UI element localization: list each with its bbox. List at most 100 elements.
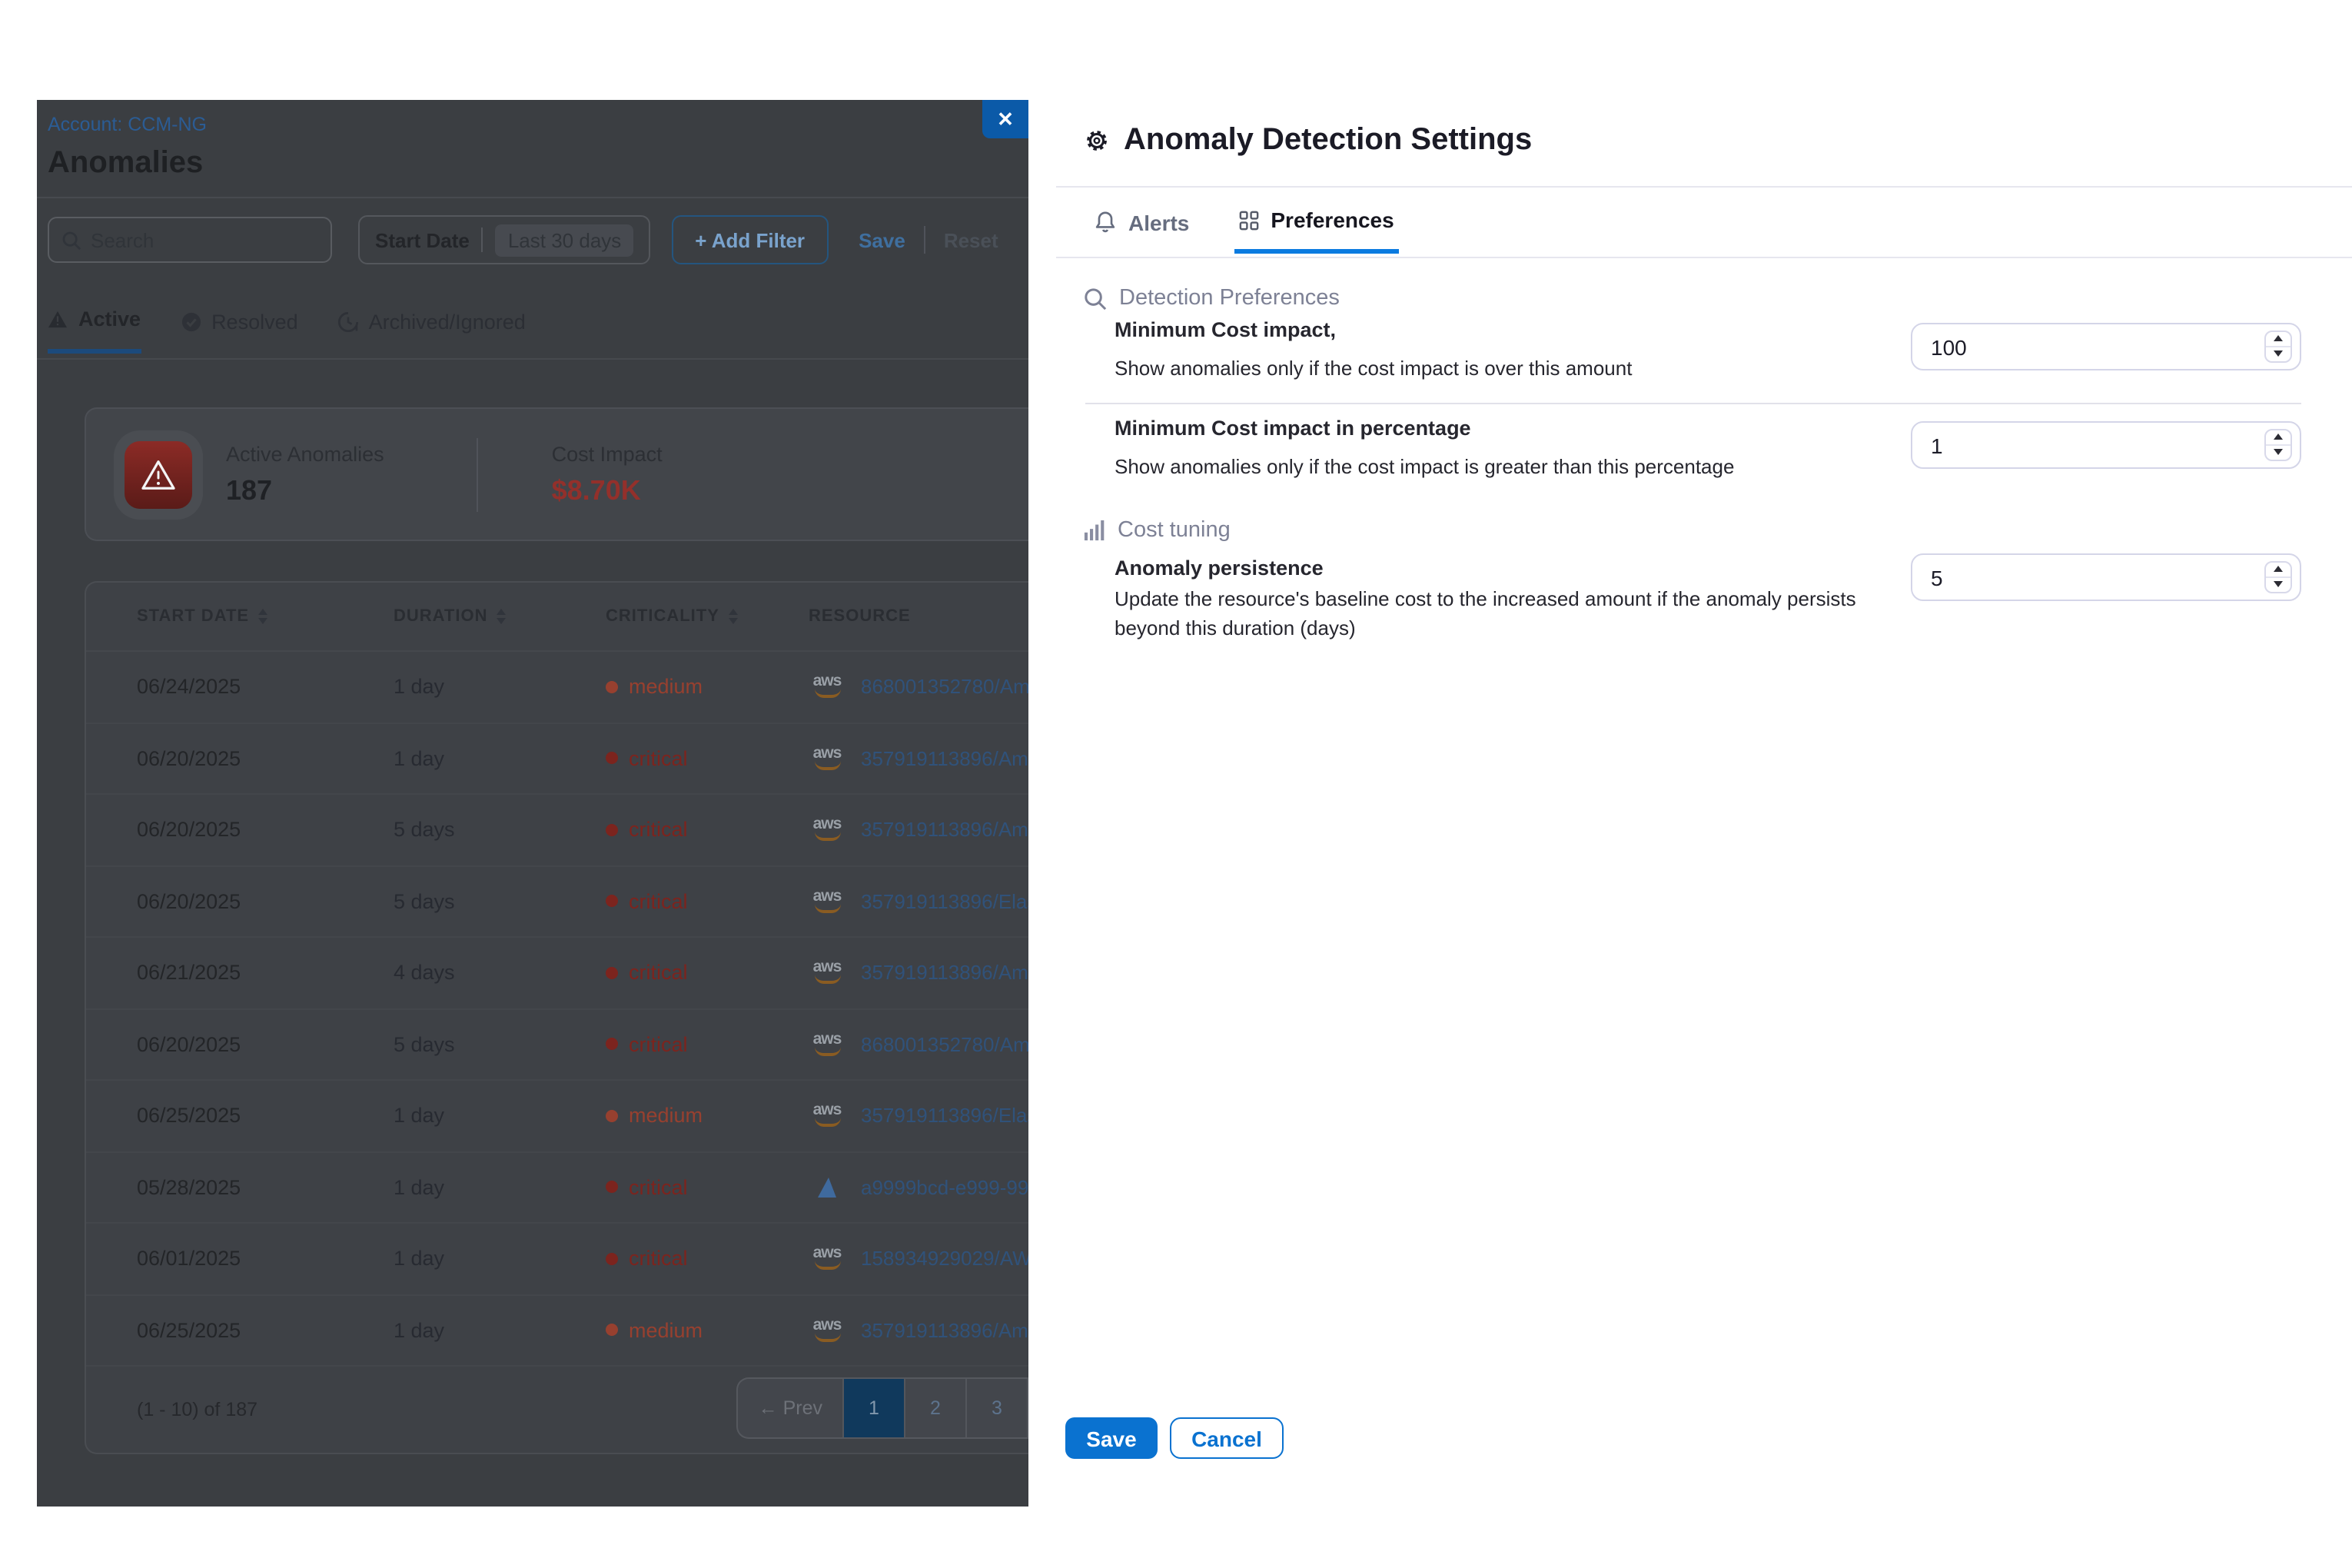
persistence-input[interactable] — [1931, 565, 2223, 590]
alert-triangle-icon — [125, 440, 192, 508]
table-row: 06/20/20255 dayscriticalaws357919113896/… — [86, 795, 1028, 866]
cell-start-date: 06/20/2025 — [137, 747, 394, 770]
resource-link[interactable]: 357919113896/Amazon — [861, 962, 1028, 985]
active-anomalies-stat: Active Anomalies 187 — [226, 442, 384, 507]
stepper-down-icon[interactable] — [2266, 445, 2291, 459]
criticality-label: medium — [629, 1105, 703, 1128]
modal-actions: Save Cancel — [1065, 1417, 1284, 1459]
tab-label: Alerts — [1128, 210, 1189, 234]
start-date-value[interactable]: Last 30 days — [496, 224, 633, 256]
save-button[interactable]: Save — [1065, 1417, 1158, 1459]
search-input[interactable] — [91, 228, 306, 251]
prev-page-button[interactable]: ← Prev — [739, 1379, 844, 1437]
stepper-down-icon[interactable] — [2266, 347, 2291, 360]
tab-label: Preferences — [1271, 208, 1394, 232]
table-row: 06/20/20251 daycriticalaws357919113896/A… — [86, 723, 1028, 795]
cell-resource: a9999bcd-e999-999f-g — [809, 1175, 1028, 1200]
page-title: Anomalies — [48, 146, 203, 181]
magnifier-icon — [1084, 287, 1107, 310]
page-button-1[interactable]: 1 — [844, 1379, 905, 1437]
gear-icon — [1084, 128, 1110, 154]
cell-criticality: critical — [606, 962, 809, 985]
resource-link[interactable]: a9999bcd-e999-999f-g — [861, 1176, 1028, 1199]
close-icon[interactable]: ✕ — [982, 100, 1028, 138]
cell-duration: 5 days — [394, 819, 606, 842]
cell-duration: 1 day — [394, 1247, 606, 1271]
anomalies-table: START DATE DURATION CRITICALITY RESOURCE… — [85, 581, 1028, 1454]
anomalies-page-dimmed: Account: CCM-NG Anomalies Start Date Las… — [37, 100, 1028, 1507]
breadcrumb[interactable]: Account: CCM-NG — [48, 114, 207, 135]
criticality-dot-icon — [606, 1038, 618, 1051]
tab-alerts[interactable]: Alerts — [1090, 208, 1194, 254]
aws-icon: aws — [809, 747, 845, 770]
tab-active[interactable]: Active — [48, 307, 141, 354]
aws-icon: aws — [809, 1319, 845, 1342]
table-row: 06/21/20254 dayscriticalaws357919113896/… — [86, 938, 1028, 1009]
screen: Account: CCM-NG Anomalies Start Date Las… — [0, 0, 2352, 1568]
persistence-input-box — [1911, 553, 2301, 601]
min-cost-description: Show anomalies only if the cost impact i… — [1115, 355, 1883, 384]
cell-criticality: critical — [606, 1247, 809, 1271]
cell-start-date: 06/01/2025 — [137, 1247, 394, 1271]
tab-preferences[interactable]: Preferences — [1234, 208, 1398, 254]
summary-card: Active Anomalies 187 Cost Impact $8.70K — [85, 407, 1028, 541]
cell-duration: 5 days — [394, 890, 606, 913]
cell-start-date: 06/20/2025 — [137, 890, 394, 913]
tabs-divider — [37, 358, 1028, 360]
cell-resource: aws357919113896/Elastic L — [809, 1105, 1028, 1128]
criticality-dot-icon — [606, 895, 618, 908]
start-date-filter[interactable]: Start Date Last 30 days — [358, 215, 650, 264]
page-button-2[interactable]: 2 — [905, 1379, 967, 1437]
number-stepper[interactable] — [2264, 560, 2292, 593]
table-row: 05/28/20251 daycriticala9999bcd-e999-999… — [86, 1152, 1028, 1224]
cell-criticality: medium — [606, 1105, 809, 1128]
resource-link[interactable]: 868001352780/Amazon — [861, 676, 1028, 699]
column-criticality[interactable]: CRITICALITY — [606, 607, 809, 626]
grid-icon — [1238, 210, 1258, 230]
filter-save-button[interactable]: Save — [859, 228, 905, 251]
resource-link[interactable]: 357919113896/Elastic L — [861, 890, 1028, 913]
criticality-dot-icon — [606, 1181, 618, 1194]
min-pct-input-box — [1911, 421, 2301, 469]
resource-link[interactable]: 357919113896/Amazon — [861, 819, 1028, 842]
column-start-date[interactable]: START DATE — [137, 607, 394, 626]
tab-archived[interactable]: Archived/Ignored — [338, 307, 526, 354]
criticality-dot-icon — [606, 967, 618, 979]
aws-icon: aws — [809, 1033, 845, 1056]
column-duration[interactable]: DURATION — [394, 607, 606, 626]
stepper-down-icon[interactable] — [2266, 577, 2291, 591]
tab-resolved[interactable]: Resolved — [181, 307, 298, 354]
section-heading: Detection Preferences — [1119, 286, 1340, 311]
cell-duration: 5 days — [394, 1033, 606, 1056]
add-filter-button[interactable]: + Add Filter — [672, 215, 828, 264]
sort-icon[interactable] — [729, 609, 738, 624]
min-cost-input[interactable] — [1931, 334, 2223, 359]
number-stepper[interactable] — [2264, 428, 2292, 460]
min-pct-input[interactable] — [1931, 433, 2223, 457]
search-box[interactable] — [48, 217, 332, 263]
cell-resource: aws 357919113896/Amazon — [809, 1319, 1028, 1342]
criticality-dot-icon — [606, 752, 618, 765]
start-date-label: Start Date — [375, 228, 470, 251]
filter-reset-button[interactable]: Reset — [944, 228, 998, 251]
sort-icon[interactable] — [258, 609, 267, 624]
table-header: START DATE DURATION CRITICALITY RESOURCE — [86, 583, 1028, 652]
resource-link[interactable]: 357919113896/Amazon — [861, 747, 1028, 770]
stepper-up-icon[interactable] — [2266, 331, 2291, 347]
column-resource[interactable]: RESOURCE — [809, 607, 1028, 626]
resource-link[interactable]: 357919113896/Elastic L — [861, 1105, 1028, 1128]
resource-link[interactable]: 357919113896/Amazon — [861, 1319, 1028, 1342]
resource-link[interactable]: 158934929029/AWS Co — [861, 1247, 1028, 1271]
anomaly-tabs: Active Resolved Archived/Ignored — [48, 307, 526, 354]
stepper-up-icon[interactable] — [2266, 430, 2291, 445]
stepper-up-icon[interactable] — [2266, 562, 2291, 577]
cancel-button[interactable]: Cancel — [1170, 1417, 1284, 1459]
sort-icon[interactable] — [497, 609, 506, 624]
number-stepper[interactable] — [2264, 330, 2292, 362]
tab-label: Archived/Ignored — [369, 310, 526, 333]
criticality-label: critical — [629, 962, 688, 985]
cell-duration: 1 day — [394, 1176, 606, 1199]
modal-title: Anomaly Detection Settings — [1084, 123, 1532, 158]
resource-link[interactable]: 868001352780/Amazon — [861, 1033, 1028, 1056]
page-button-3[interactable]: 3 — [967, 1379, 1028, 1437]
